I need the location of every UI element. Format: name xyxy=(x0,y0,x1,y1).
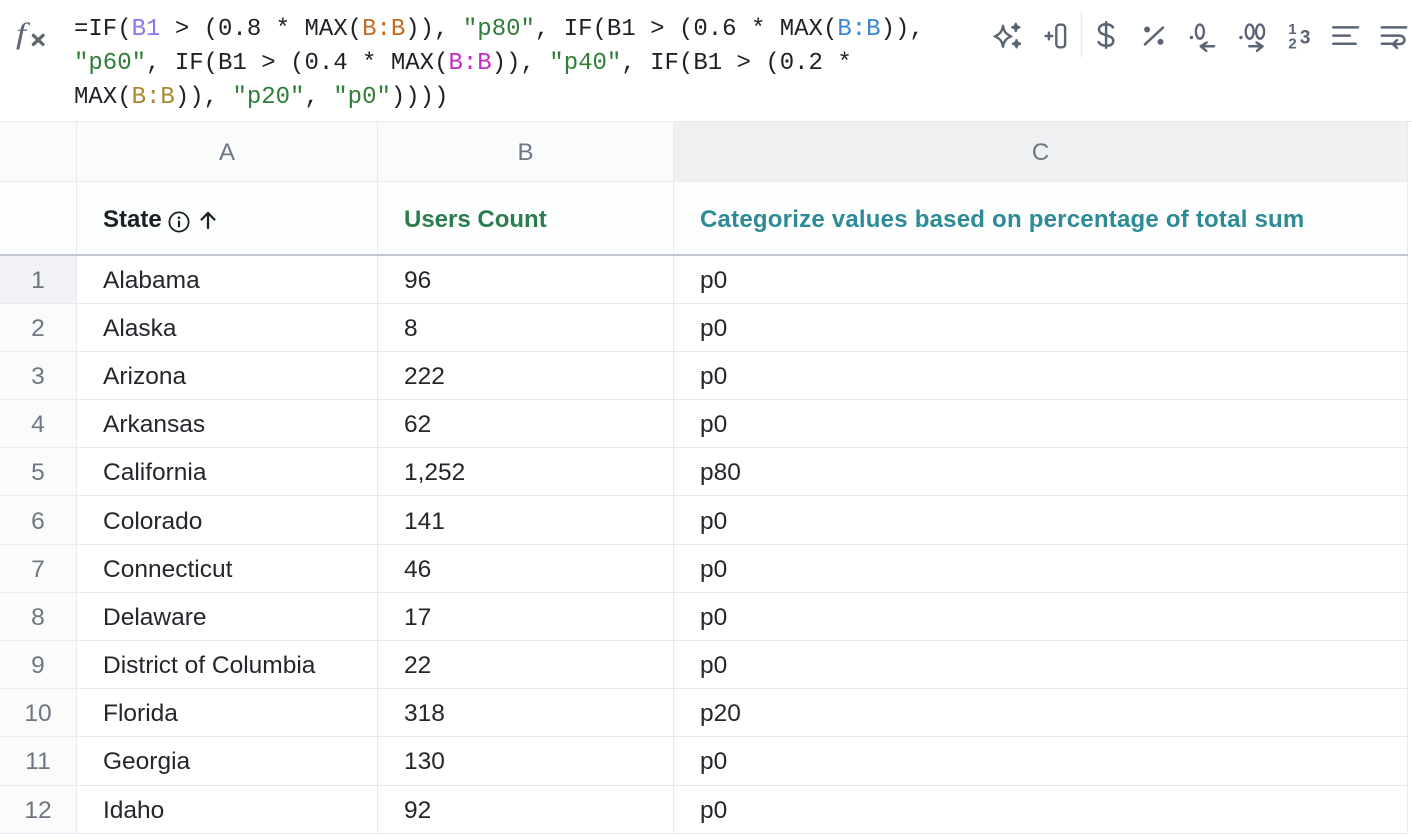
svg-text:3: 3 xyxy=(1300,27,1311,48)
svg-text:f: f xyxy=(16,17,31,50)
svg-text:2: 2 xyxy=(1288,36,1296,53)
